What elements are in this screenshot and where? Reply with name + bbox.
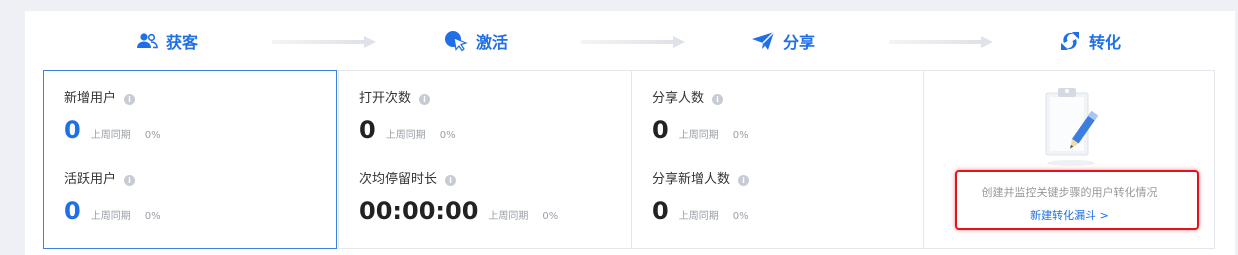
metric-label: 新增用户 — [64, 91, 117, 106]
compare-label: 上周同期 — [90, 130, 131, 141]
metric-value: 0 — [359, 116, 376, 144]
metric-sharers: 分享人数 i 0 上周同期 0% — [652, 90, 749, 143]
metrics-grid: 新增用户 i 0 上周同期 0% 活跃用户 i 0 上周同期 0% 打开次数 i… — [43, 70, 1215, 249]
info-icon[interactable]: i — [124, 93, 136, 105]
cursor-click-icon — [444, 30, 468, 52]
compare-label: 上周同期 — [488, 211, 529, 222]
metric-value: 0 — [652, 197, 669, 225]
metric-label: 次均停留时长 — [359, 172, 438, 187]
metric-value: 00:00:00 — [359, 197, 479, 225]
sync-icon — [1059, 30, 1081, 52]
metric-new-users: 新增用户 i 0 上周同期 0% — [64, 90, 161, 143]
compare-label: 上周同期 — [678, 130, 719, 141]
stage-arrow — [272, 36, 376, 48]
stage-label: 激活 — [476, 33, 509, 52]
compare-label: 上周同期 — [678, 211, 719, 222]
compare-percent: 0% — [144, 130, 161, 141]
metric-avg-duration: 次均停留时长 i 00:00:00 上周同期 0% — [359, 171, 558, 224]
compare-label: 上周同期 — [385, 130, 426, 141]
metric-active-users: 活跃用户 i 0 上周同期 0% — [64, 171, 161, 224]
info-icon[interactable]: i — [124, 174, 136, 186]
stage-label: 获客 — [166, 33, 199, 52]
create-funnel-link[interactable]: 新建转化漏斗 > — [924, 207, 1215, 223]
stage-header: 获客 激活 分享 转化 — [25, 11, 1235, 70]
compare-label: 上周同期 — [90, 211, 131, 222]
info-icon[interactable]: i — [445, 174, 457, 186]
stage-label: 转化 — [1089, 33, 1122, 52]
metric-value: 0 — [652, 116, 669, 144]
funnel-description: 创建并监控关键步骤的用户转化情况 — [981, 186, 1158, 199]
stage-arrow — [889, 36, 993, 48]
paper-plane-icon — [751, 31, 775, 51]
info-icon[interactable]: i — [419, 93, 431, 105]
stage-conversion: 转化 — [1059, 29, 1121, 53]
sharing-card[interactable]: 分享人数 i 0 上周同期 0% 分享新增人数 i 0 上周同期 0% — [631, 71, 923, 248]
metric-value: 0 — [64, 116, 81, 144]
metric-label: 分享新增人数 — [652, 172, 731, 187]
stage-activation: 激活 — [444, 29, 508, 53]
compare-percent: 0% — [439, 130, 456, 141]
metric-label: 分享人数 — [652, 91, 705, 106]
stage-acquisition: 获客 — [136, 29, 198, 53]
metric-share-new-users: 分享新增人数 i 0 上周同期 0% — [652, 171, 750, 225]
conversion-card: 创建并监控关键步骤的用户转化情况 新建转化漏斗 > — [923, 71, 1215, 248]
activation-card[interactable]: 打开次数 i 0 上周同期 0% 次均停留时长 i 00:00:00 上周同期 … — [338, 71, 631, 248]
acquisition-card[interactable]: 新增用户 i 0 上周同期 0% 活跃用户 i 0 上周同期 0% — [43, 70, 337, 249]
clipboard-pencil-icon — [1041, 85, 1101, 171]
stage-arrow — [581, 36, 685, 48]
compare-percent: 0% — [144, 211, 161, 222]
funnel-panel: 获客 激活 分享 转化 新增用户 i 0 上周同期 0% 活跃用户 i 0 上周… — [25, 11, 1235, 255]
stage-label: 分享 — [783, 33, 816, 52]
users-icon — [136, 32, 158, 50]
metric-label: 活跃用户 — [64, 172, 117, 187]
info-icon[interactable]: i — [712, 93, 724, 105]
stage-sharing: 分享 — [751, 29, 815, 53]
info-icon[interactable]: i — [738, 174, 750, 186]
compare-percent: 0% — [542, 211, 559, 222]
compare-percent: 0% — [732, 130, 749, 141]
metric-opens: 打开次数 i 0 上周同期 0% — [359, 90, 456, 143]
metric-label: 打开次数 — [359, 91, 412, 106]
metric-value: 0 — [64, 197, 81, 225]
compare-percent: 0% — [732, 211, 749, 222]
